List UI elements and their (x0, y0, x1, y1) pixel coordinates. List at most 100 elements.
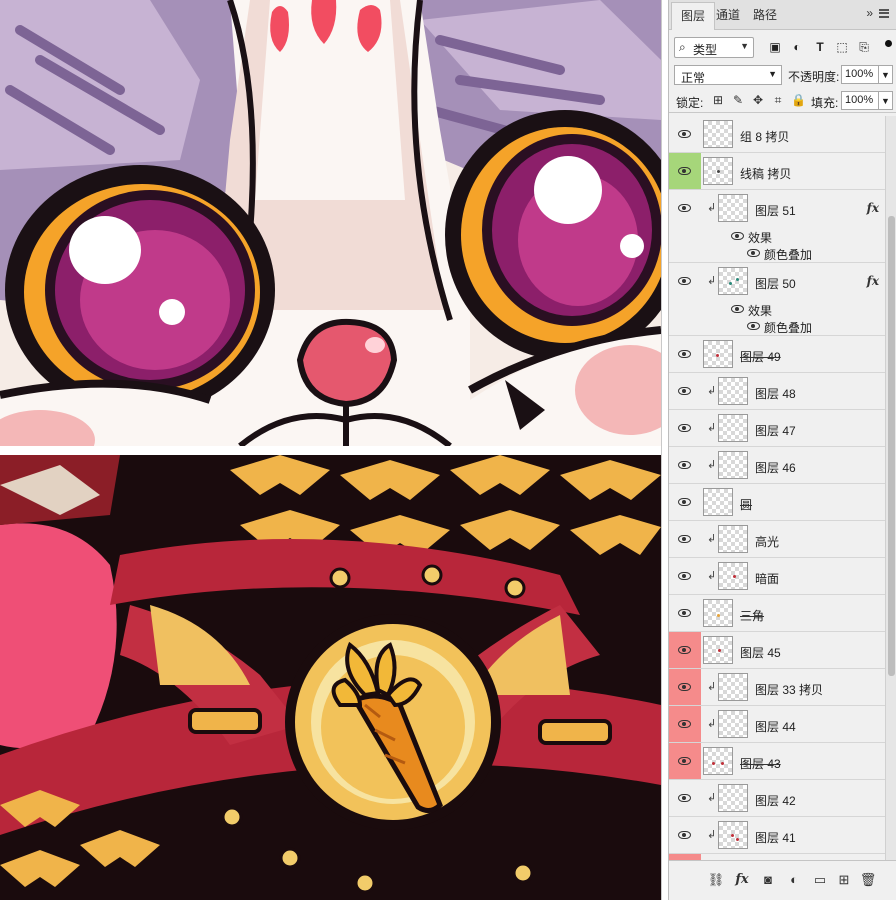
layer-name[interactable]: 高光 (755, 533, 779, 550)
fx-icon[interactable]: fx (733, 871, 751, 889)
fill-dropdown-icon[interactable]: ▼ (879, 91, 893, 110)
layer-row[interactable]: ↲ 图层 33 拷贝 (669, 669, 885, 706)
eye-icon[interactable] (678, 683, 691, 691)
layer-row[interactable]: 线稿 拷贝 (669, 153, 885, 190)
eye-icon[interactable] (678, 204, 691, 212)
layer-list[interactable]: 组 8 拷贝 线稿 拷贝 ↲ 图层 51 fx 效果 颜色叠加 ↲ 图层 50 … (669, 116, 885, 860)
layer-name[interactable]: 线稿 拷贝 (740, 165, 791, 182)
layer-row[interactable]: ↲ 高光 (669, 521, 885, 558)
visibility-cell[interactable] (669, 595, 701, 631)
effects-row[interactable]: 效果 (669, 300, 885, 318)
layer-row[interactable]: 图层 45 (669, 632, 885, 669)
eye-icon[interactable] (678, 350, 691, 358)
layer-name[interactable]: 图层 48 (755, 385, 796, 402)
visibility-cell[interactable] (669, 706, 701, 742)
mask-icon[interactable]: ◙ (759, 871, 777, 889)
layer-row[interactable]: ↲ 图层 50 fx 效果 颜色叠加 (669, 263, 885, 336)
eye-icon[interactable] (731, 305, 744, 313)
eye-icon[interactable] (678, 167, 691, 175)
lock-paint-icon[interactable]: ✎ (731, 93, 745, 107)
layer-row[interactable]: 圆 (669, 484, 885, 521)
filter-kind-select[interactable]: ⌕ 类型 ▼ (674, 37, 754, 58)
visibility-cell[interactable] (669, 153, 701, 189)
visibility-cell[interactable] (669, 373, 701, 409)
visibility-cell[interactable] (669, 116, 701, 152)
eye-icon[interactable] (678, 572, 691, 580)
eye-icon[interactable] (678, 424, 691, 432)
tab-channels[interactable]: 通道 (707, 2, 749, 30)
eye-icon[interactable] (678, 646, 691, 654)
fx-badge-icon[interactable]: fx (867, 201, 879, 215)
scrollbar-thumb[interactable] (888, 216, 895, 676)
filter-toggle-icon[interactable] (885, 40, 892, 47)
tab-paths[interactable]: 路径 (744, 2, 786, 30)
layer-name[interactable]: 图层 43 (740, 755, 781, 772)
layer-row[interactable]: 图层 43 (669, 743, 885, 780)
eye-icon[interactable] (678, 794, 691, 802)
layer-name[interactable]: 图层 50 (755, 275, 796, 292)
eye-icon[interactable] (678, 461, 691, 469)
effects-row[interactable]: 效果 (669, 227, 885, 245)
eye-icon[interactable] (678, 387, 691, 395)
layer-name[interactable]: 图层 45 (740, 644, 781, 661)
layer-name[interactable]: 图层 42 (755, 792, 796, 809)
adjustment-filter-icon[interactable]: ◐ (790, 40, 804, 54)
eye-icon[interactable] (678, 130, 691, 138)
eye-icon[interactable] (678, 277, 691, 285)
visibility-cell[interactable] (669, 632, 701, 668)
eye-icon[interactable] (678, 831, 691, 839)
fx-badge-icon[interactable]: fx (867, 274, 879, 288)
eye-icon[interactable] (747, 322, 760, 330)
layer-row[interactable]: ↲ 图层 51 fx 效果 颜色叠加 (669, 190, 885, 263)
type-filter-icon[interactable]: T (813, 40, 827, 54)
opacity-input[interactable]: 100% (841, 65, 879, 84)
layer-name[interactable]: 图层 47 (755, 422, 796, 439)
lock-position-icon[interactable]: ✥ (751, 93, 765, 107)
layer-name[interactable]: 图层 33 拷贝 (755, 681, 823, 698)
layer-row[interactable]: ↲ 图层 42 (669, 780, 885, 817)
visibility-cell[interactable] (669, 558, 701, 594)
visibility-cell[interactable] (669, 336, 701, 372)
effect-row[interactable]: 颜色叠加 (669, 244, 885, 262)
document-canvas[interactable] (0, 0, 667, 900)
opacity-dropdown-icon[interactable]: ▼ (879, 65, 893, 84)
layer-row[interactable]: ↲ 图层 41 (669, 817, 885, 854)
layer-row[interactable]: ↲ 图层 47 (669, 410, 885, 447)
layer-row[interactable]: ↲ 图层 48 (669, 373, 885, 410)
adjustment-layer-icon[interactable]: ◐ (785, 871, 803, 889)
layer-row[interactable]: ↲ 图层 44 (669, 706, 885, 743)
visibility-cell[interactable] (669, 484, 701, 520)
eye-icon[interactable] (678, 498, 691, 506)
layer-row[interactable]: 组 8 拷贝 (669, 116, 885, 153)
layer-name[interactable]: 圆 (740, 496, 752, 513)
visibility-cell[interactable] (669, 743, 701, 779)
layer-name[interactable]: 图层 46 (755, 459, 796, 476)
lock-artboard-icon[interactable]: ⌗ (771, 93, 785, 107)
layer-row[interactable]: 三角 (669, 595, 885, 632)
effect-row[interactable]: 颜色叠加 (669, 317, 885, 335)
visibility-cell[interactable] (669, 817, 701, 853)
layer-name[interactable]: 图层 41 (755, 829, 796, 846)
eye-icon[interactable] (678, 757, 691, 765)
link-layers-icon[interactable]: ⛓ (707, 871, 725, 889)
new-layer-icon[interactable]: ⊞ (835, 871, 853, 889)
layer-row[interactable]: ↲ 图层 46 (669, 447, 885, 484)
image-filter-icon[interactable]: ▣ (768, 40, 782, 54)
blend-mode-select[interactable]: 正常 ▼ (674, 65, 782, 85)
eye-icon[interactable] (678, 720, 691, 728)
trash-icon[interactable]: 🗑 (859, 871, 877, 889)
eye-icon[interactable] (731, 232, 744, 240)
visibility-cell[interactable] (669, 780, 701, 816)
layer-row[interactable]: ↲ 暗面 (669, 558, 885, 595)
group-folder-icon[interactable]: ▭ (811, 871, 829, 889)
layer-name[interactable]: 暗面 (755, 570, 779, 587)
layer-row[interactable]: 图层 49 (669, 336, 885, 373)
layer-name[interactable]: 三角 (740, 607, 764, 624)
layer-name[interactable]: 图层 44 (755, 718, 796, 735)
visibility-cell[interactable] (669, 669, 701, 705)
lock-transparent-icon[interactable]: ⊞ (711, 93, 725, 107)
visibility-cell[interactable] (669, 447, 701, 483)
panel-menu-icon[interactable] (879, 9, 889, 18)
shape-filter-icon[interactable]: ⬚ (835, 40, 849, 54)
eye-icon[interactable] (678, 535, 691, 543)
